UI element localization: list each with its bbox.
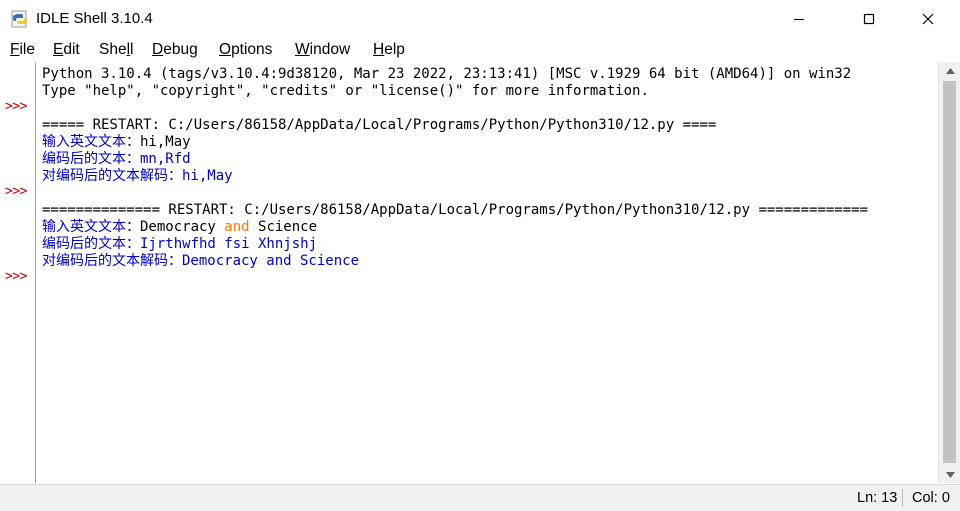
- line-number: Ln: 13: [857, 490, 898, 506]
- title-bar: IDLE Shell 3.10.4: [0, 0, 960, 38]
- scroll-thumb[interactable]: [943, 81, 956, 463]
- output-line: 编码后的文本：mn,Rfd: [42, 151, 191, 167]
- column-number: Col: 0: [912, 490, 950, 506]
- vertical-scrollbar[interactable]: [938, 62, 960, 483]
- close-icon: [922, 13, 934, 25]
- banner-line: Type "help", "copyright", "credits" or "…: [42, 83, 649, 99]
- prompt-gutter: >>> >>> >>>: [0, 62, 36, 483]
- shell-prompt: >>>: [5, 184, 27, 199]
- output-line: 对编码后的文本解码：hi,May: [42, 168, 233, 184]
- restart-line: ===== RESTART: C:/Users/86158/AppData/Lo…: [42, 117, 717, 133]
- arrow-up-icon: [945, 67, 955, 74]
- arrow-down-icon: [945, 471, 955, 478]
- shell-text-area[interactable]: Python 3.10.4 (tags/v3.10.4:9d38120, Mar…: [36, 62, 937, 483]
- output-line: 编码后的文本：Ijrthwfhd fsi Xhnjshj: [42, 236, 318, 252]
- scroll-up-button[interactable]: [939, 62, 960, 79]
- banner-line: Python 3.10.4 (tags/v3.10.4:9d38120, Mar…: [42, 66, 852, 82]
- menu-options[interactable]: Options: [219, 41, 272, 59]
- maximize-button[interactable]: [846, 0, 892, 38]
- menu-edit[interactable]: Edit: [53, 41, 80, 59]
- output-line: 输入英文文本：hi,May: [42, 134, 191, 150]
- window-title: IDLE Shell 3.10.4: [36, 10, 153, 27]
- minimize-icon: [794, 19, 804, 20]
- menu-debug[interactable]: Debug: [152, 41, 198, 59]
- python-icon: [11, 10, 27, 28]
- close-button[interactable]: [905, 0, 951, 38]
- menu-shell[interactable]: Shell: [99, 41, 134, 59]
- restart-line: ============== RESTART: C:/Users/86158/A…: [42, 202, 869, 218]
- shell-area: >>> >>> >>> Python 3.10.4 (tags/v3.10.4:…: [0, 62, 960, 484]
- menu-window[interactable]: Window: [295, 41, 350, 59]
- maximize-icon: [863, 13, 875, 25]
- minimize-button[interactable]: [776, 0, 822, 38]
- menu-file[interactable]: File: [10, 41, 35, 59]
- shell-prompt: >>>: [5, 99, 27, 114]
- shell-prompt: >>>: [5, 269, 27, 284]
- output-line: 对编码后的文本解码：Democracy and Science: [42, 253, 360, 269]
- menu-bar: File Edit Shell Debug Options Window Hel…: [0, 38, 960, 62]
- status-divider: [902, 489, 903, 507]
- menu-help[interactable]: Help: [373, 41, 405, 59]
- output-line: 输入英文文本：Democracy and Science: [42, 219, 318, 235]
- status-bar: Ln: 13 Col: 0: [0, 484, 960, 511]
- scroll-down-button[interactable]: [939, 466, 960, 483]
